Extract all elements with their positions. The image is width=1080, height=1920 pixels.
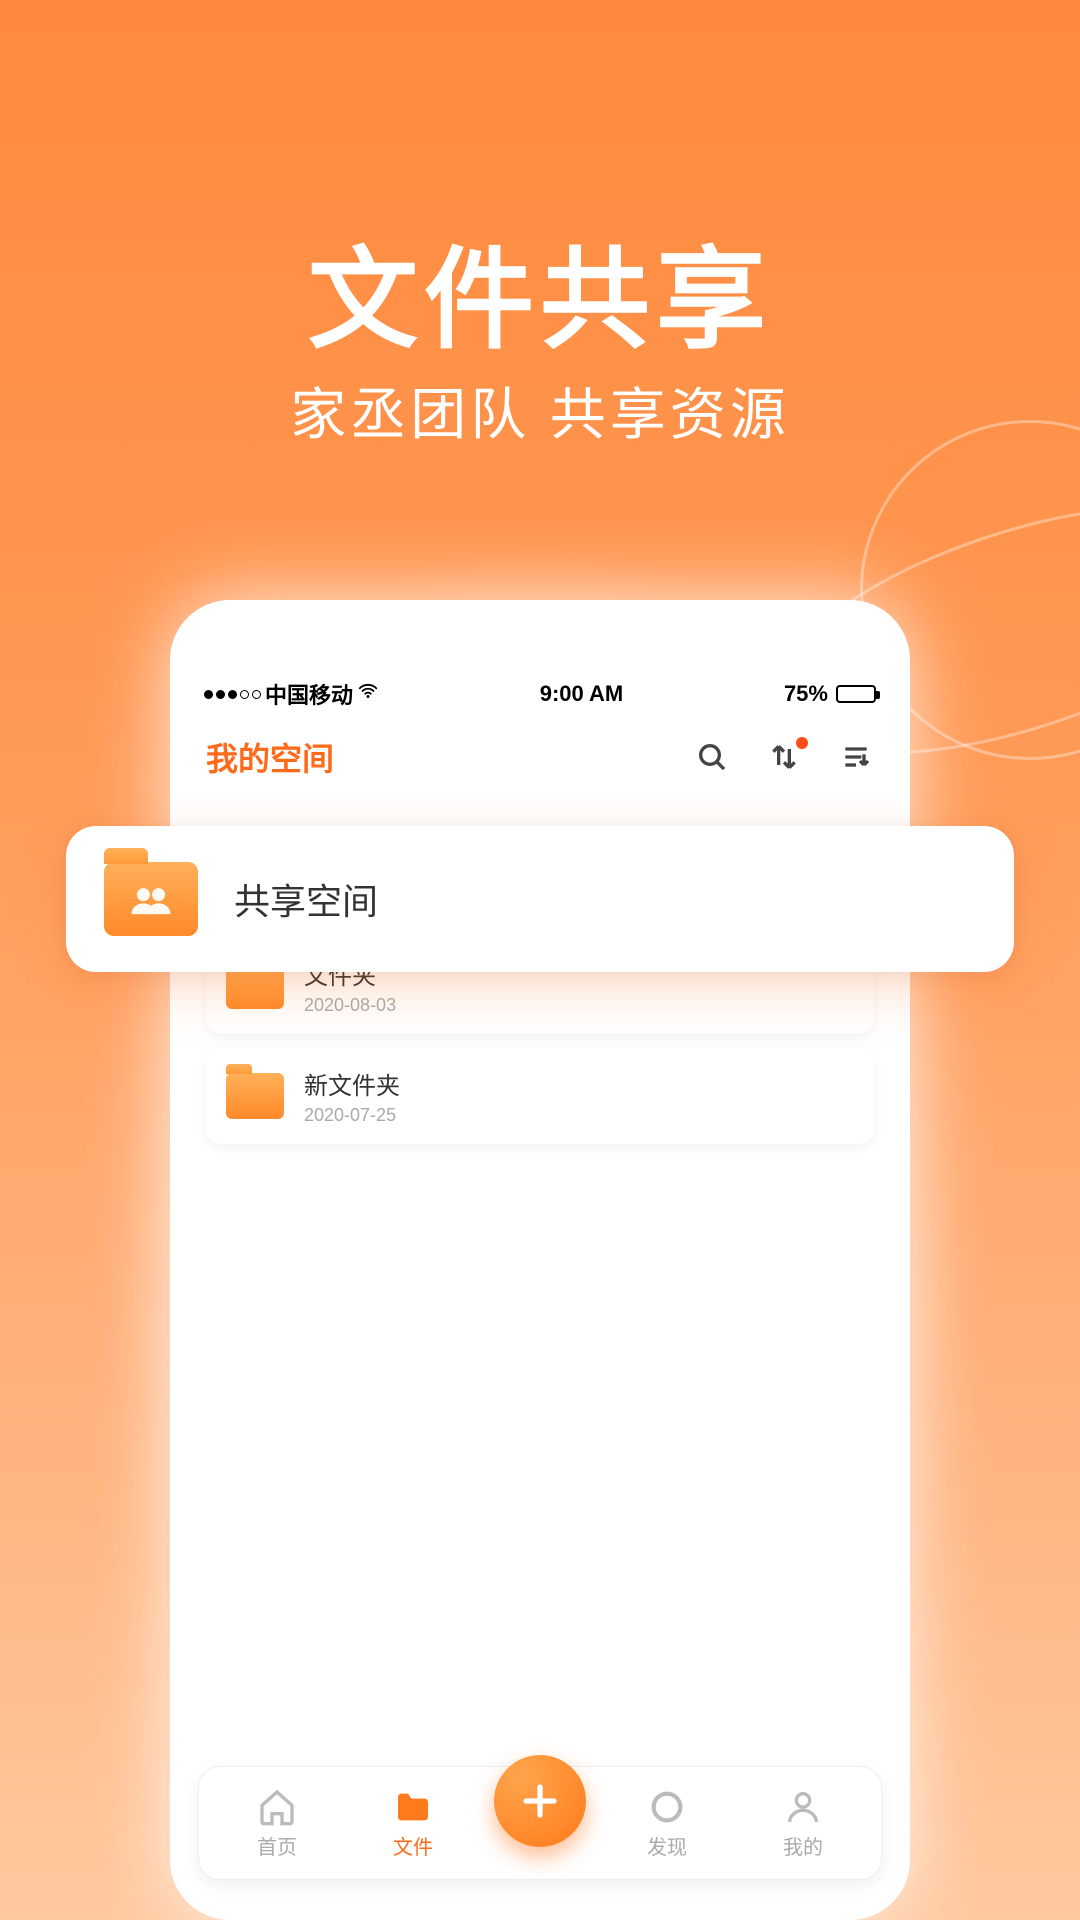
shared-space-label: 共享空间: [234, 873, 378, 925]
tab-label: 首页: [257, 1831, 297, 1860]
sort-icon[interactable]: [766, 739, 802, 775]
phone-screen: 中国移动 9:00 AM 75% 我的空间: [170, 600, 910, 1920]
user-icon: [783, 1787, 823, 1827]
tab-label: 我的: [783, 1831, 823, 1860]
folder-icon: [393, 1787, 433, 1827]
hero-subtitle: 家丞团队 共享资源: [0, 370, 1080, 451]
tab-label: 文件: [393, 1831, 433, 1860]
tab-mine[interactable]: 我的: [748, 1787, 858, 1860]
plus-icon: [519, 1780, 561, 1822]
app-header: 我的空间: [198, 724, 882, 798]
page-title[interactable]: 我的空间: [206, 734, 334, 780]
battery-icon: [836, 685, 876, 703]
shared-folder-icon: [104, 862, 198, 936]
add-button[interactable]: [494, 1755, 586, 1847]
tab-files[interactable]: 文件: [358, 1787, 468, 1860]
hero-title: 文件共享: [0, 210, 1080, 370]
tab-bar: 首页 文件 发现 我的: [198, 1766, 882, 1880]
folder-icon: [226, 1073, 284, 1119]
tab-discover[interactable]: 发现: [612, 1787, 722, 1860]
tab-label: 发现: [647, 1831, 687, 1860]
status-bar-right: 75%: [784, 681, 876, 707]
status-time: 9:00 AM: [540, 681, 624, 707]
list-item[interactable]: 新文件夹 2020-07-25: [206, 1048, 874, 1144]
file-date: 2020-08-03: [304, 995, 396, 1016]
shared-space-card[interactable]: 共享空间: [66, 826, 1014, 972]
home-icon: [257, 1787, 297, 1827]
file-date: 2020-07-25: [304, 1105, 400, 1126]
file-name: 新文件夹: [304, 1066, 400, 1101]
tab-home[interactable]: 首页: [222, 1787, 332, 1860]
notification-dot-icon: [796, 737, 808, 749]
carrier-label: 中国移动: [265, 678, 353, 710]
phone-mockup: 中国移动 9:00 AM 75% 我的空间: [170, 600, 910, 1920]
wifi-icon: [357, 680, 379, 708]
filter-icon[interactable]: [838, 739, 874, 775]
circle-icon: [647, 1787, 687, 1827]
signal-dots-icon: [204, 690, 261, 699]
promo-background: 文件共享 家丞团队 共享资源 中国移动 9:00 AM 75%: [0, 0, 1080, 1920]
status-bar-left: 中国移动: [204, 678, 379, 710]
battery-pct: 75%: [784, 681, 828, 707]
search-icon[interactable]: [694, 739, 730, 775]
status-bar: 中国移动 9:00 AM 75%: [198, 678, 882, 724]
